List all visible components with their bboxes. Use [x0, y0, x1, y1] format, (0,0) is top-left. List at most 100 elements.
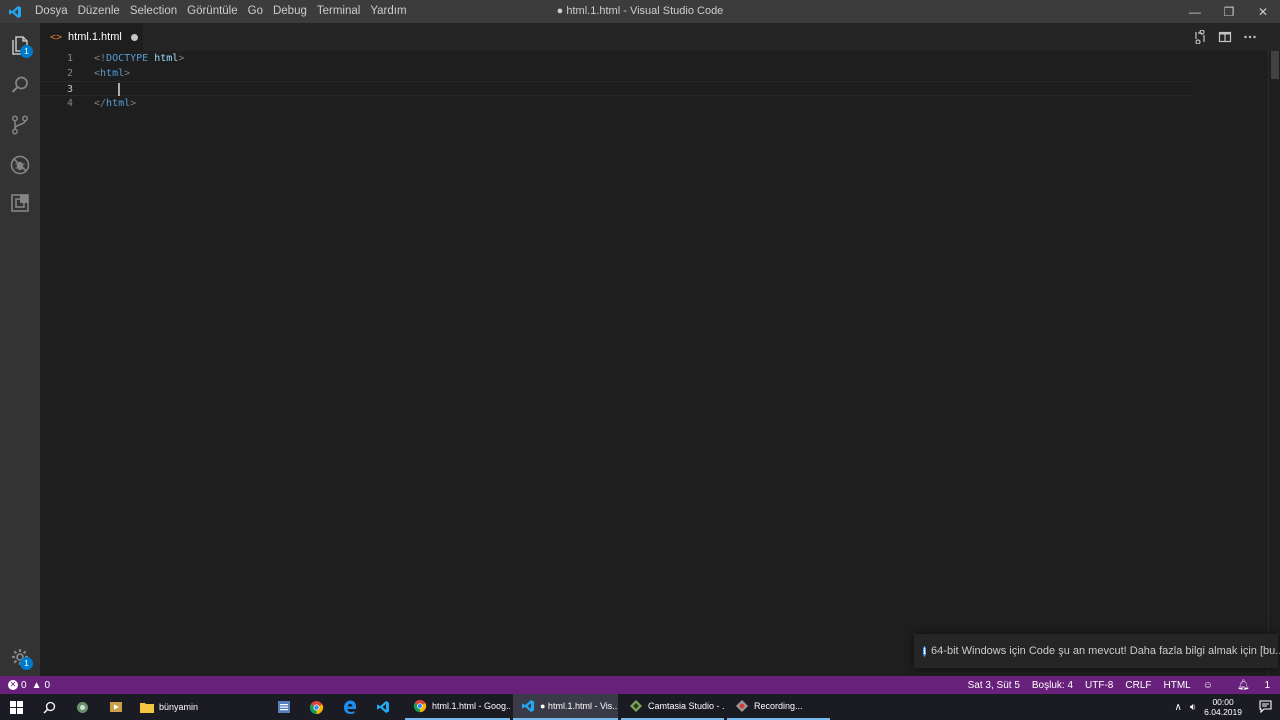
notification-message[interactable]: 64-bit Windows için Code şu an mevcut! D…	[931, 645, 1280, 657]
volume-icon[interactable]: 🔉︎	[1190, 702, 1196, 713]
taskbar-window-vscode[interactable]: ● html.1.html - Vis...	[513, 694, 618, 720]
menu-file[interactable]: Dosya	[30, 0, 73, 23]
taskbar-app-folder[interactable]: bünyamin	[132, 694, 232, 720]
action-center-icon[interactable]	[1250, 699, 1280, 715]
vscode-logo-icon	[0, 0, 30, 23]
activity-explorer[interactable]: 1	[0, 25, 40, 65]
windows-taskbar: bünyamin html.1.html - Goog... ● html.1.…	[0, 694, 1280, 720]
taskbar-app-label: bünyamin	[159, 702, 199, 712]
maximize-button[interactable]: ❐	[1212, 0, 1246, 23]
cortana-icon	[77, 701, 88, 713]
manage-badge: 1	[20, 657, 33, 670]
chrome-icon	[309, 700, 324, 714]
edge-icon	[343, 700, 356, 714]
search-icon	[43, 701, 56, 714]
word-icon	[277, 701, 290, 713]
menu-selection[interactable]: Selection	[125, 0, 182, 23]
encoding[interactable]: UTF-8	[1085, 680, 1113, 691]
line-text: <!DOCTYPE html>	[94, 53, 185, 64]
text-cursor	[118, 83, 120, 96]
activity-search[interactable]	[0, 65, 40, 105]
taskbar-cortana-button[interactable]	[66, 694, 99, 720]
extensions-icon	[11, 194, 29, 212]
unsaved-dot-icon[interactable]	[130, 33, 138, 41]
line-text: </html>	[94, 98, 137, 109]
tab-html-1[interactable]: <> html.1.html	[40, 23, 143, 51]
explorer-badge: 1	[20, 45, 33, 58]
taskbar-app-word[interactable]	[267, 694, 300, 720]
taskbar-window-label: ● html.1.html - Vis...	[540, 701, 618, 711]
title-bar: Dosya Düzenle Selection Görüntüle Go Deb…	[0, 0, 1280, 23]
activity-source-control[interactable]	[0, 105, 40, 145]
system-tray: ∧ 🔉︎ 00:00 6.04.2019	[1175, 694, 1280, 720]
indentation[interactable]: Boşluk: 4	[1032, 680, 1073, 691]
activity-debug[interactable]	[0, 145, 40, 185]
menu-view[interactable]: Görüntüle	[182, 0, 243, 23]
chrome-icon	[413, 699, 427, 713]
html-file-icon: <>	[50, 31, 63, 43]
taskbar-app-vscode[interactable]	[366, 694, 399, 720]
code-editor[interactable]: 1 <!DOCTYPE html> 2 <html> 3 4 </html>	[40, 51, 1268, 676]
scrollbar-thumb[interactable]	[1271, 51, 1279, 79]
code-line-1: 1 <!DOCTYPE html>	[40, 51, 1190, 66]
taskbar-media-button[interactable]	[99, 694, 132, 720]
menu-edit[interactable]: Düzenle	[73, 0, 125, 23]
notification-toast[interactable]: i 64-bit Windows için Code şu an mevcut!…	[914, 634, 1280, 668]
editor-scrollbar[interactable]	[1268, 51, 1280, 676]
debug-icon	[10, 155, 30, 175]
taskbar-window-chrome[interactable]: html.1.html - Goog...	[405, 694, 510, 720]
start-button[interactable]	[0, 694, 33, 720]
taskbar-window-label: Recording...	[754, 701, 803, 711]
notifications-bell[interactable]: 🔔︎ 1	[1225, 680, 1270, 691]
bell-icon: 🔔︎	[1236, 679, 1250, 691]
tray-clock[interactable]: 00:00 6.04.2019	[1204, 697, 1242, 717]
taskbar-window-camtasia[interactable]: Camtasia Studio - ...	[621, 694, 724, 720]
close-button[interactable]: ✕	[1246, 0, 1280, 23]
window-controls: — ❐ ✕	[1178, 0, 1280, 23]
code-line-2: 2 <html>	[40, 66, 1190, 81]
line-number: 3	[66, 84, 73, 95]
media-icon	[109, 702, 122, 712]
error-count: 0	[21, 679, 27, 691]
menu-terminal[interactable]: Terminal	[312, 0, 365, 23]
taskbar-window-label: Camtasia Studio - ...	[648, 701, 724, 711]
search-icon	[11, 76, 28, 93]
taskbar-window-recorder[interactable]: Recording...	[727, 694, 830, 720]
more-actions-icon[interactable]	[1241, 29, 1258, 46]
menu-debug[interactable]: Debug	[268, 0, 312, 23]
smiley-icon[interactable]: ☺	[1203, 680, 1213, 691]
taskbar-app-chrome[interactable]	[300, 694, 333, 720]
editor-actions	[1191, 23, 1258, 51]
menu-help[interactable]: Yardım	[365, 0, 411, 23]
activity-manage[interactable]: 1	[0, 637, 40, 677]
taskbar-search-button[interactable]	[33, 694, 66, 720]
problems-indicator[interactable]: ✕ 0 ▲ 0	[8, 676, 50, 694]
menu-bar: Dosya Düzenle Selection Görüntüle Go Deb…	[30, 0, 412, 23]
vscode-icon	[521, 699, 535, 713]
vscode-window: Dosya Düzenle Selection Görüntüle Go Deb…	[0, 0, 1280, 720]
line-number: 2	[66, 68, 73, 79]
warning-icon: ▲	[31, 679, 42, 691]
warning-count: 0	[44, 679, 51, 691]
menu-go[interactable]: Go	[243, 0, 268, 23]
tray-overflow-icon[interactable]: ∧	[1175, 702, 1182, 713]
line-number: 1	[66, 53, 73, 64]
taskbar-app-edge[interactable]	[333, 694, 366, 720]
activity-extensions[interactable]	[0, 183, 40, 223]
minimize-button[interactable]: —	[1178, 0, 1212, 23]
activity-bar: 1 1	[0, 23, 40, 676]
line-text: <html>	[94, 68, 131, 79]
end-of-line[interactable]: CRLF	[1125, 680, 1151, 691]
open-changes-icon[interactable]	[1191, 29, 1208, 46]
editor-tab-bar: <> html.1.html	[40, 23, 1280, 51]
windows-start-icon	[10, 700, 23, 714]
cursor-position[interactable]: Sat 3, Süt 5	[968, 680, 1020, 691]
language-mode[interactable]: HTML	[1164, 680, 1191, 691]
taskbar-window-label: html.1.html - Goog...	[432, 701, 510, 711]
code-line-4: 4 </html>	[40, 96, 1190, 111]
camtasia-icon	[629, 699, 643, 713]
tab-label: html.1.html	[68, 31, 122, 43]
code-line-3: 3	[40, 81, 1190, 96]
status-bar: ✕ 0 ▲ 0 Sat 3, Süt 5 Boşluk: 4 UTF-8 CRL…	[0, 676, 1280, 694]
split-editor-icon[interactable]	[1216, 29, 1233, 46]
